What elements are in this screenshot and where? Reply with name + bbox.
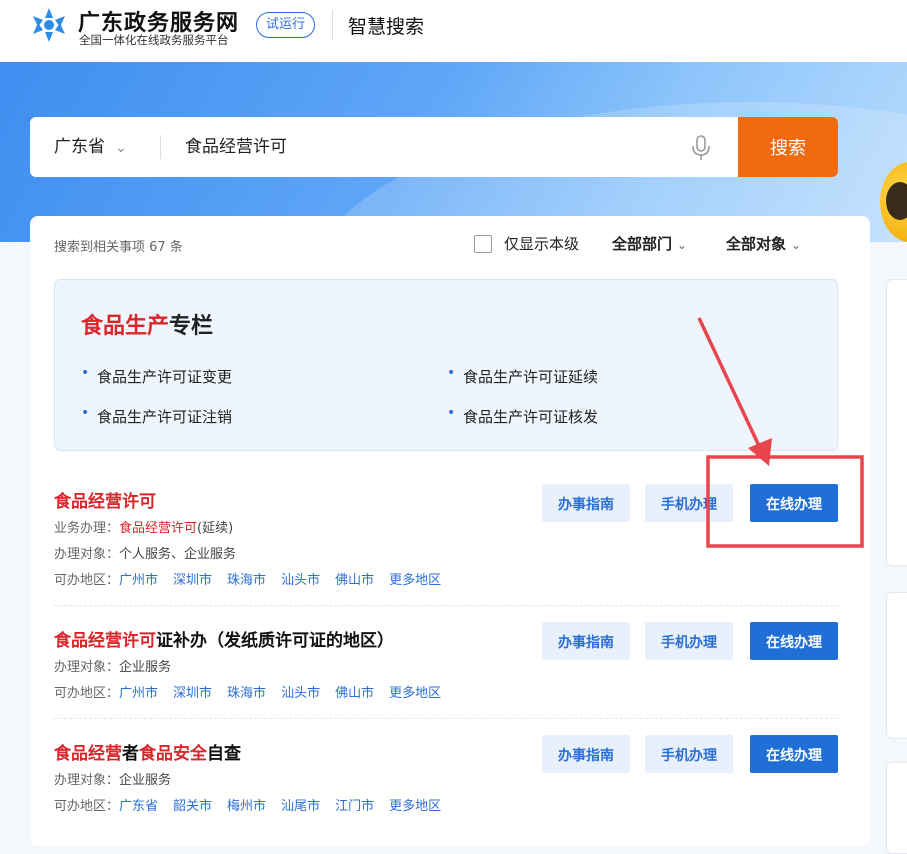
city-link[interactable]: 广州市: [119, 573, 158, 588]
target-line: 办理对象：企业服务: [54, 769, 171, 788]
region-line: 可办地区：广州市 深圳市 珠海市 汕头市 佛山市 更多地区: [54, 682, 456, 701]
target-value: 个人服务、企业服务: [119, 547, 237, 562]
trial-badge: 试运行: [256, 12, 316, 38]
city-link[interactable]: 梅州市: [227, 799, 266, 814]
search-bar: 广东省 ⌄ 食品经营许可 搜索: [30, 117, 838, 177]
result-title[interactable]: 食品经营许可证补办（发纸质许可证的地区）: [54, 626, 394, 651]
side-panel: [886, 592, 907, 739]
site-subtitle: 全国一体化在线政务服务平台: [79, 33, 229, 47]
target-line: 办理对象：个人服务、企业服务: [54, 543, 236, 562]
site-header: 广东政务服务网 全国一体化在线政务服务平台 试运行 智慧搜索: [0, 0, 907, 62]
region-label: 可办地区：: [54, 573, 120, 588]
region-label: 广东省: [54, 137, 105, 157]
city-link[interactable]: 汕尾市: [281, 799, 320, 814]
search-input[interactable]: 食品经营许可: [185, 117, 287, 177]
result-title-rest: 证补办（发纸质许可证的地区）: [156, 631, 394, 651]
column-link[interactable]: 食品生产许可证注销: [81, 405, 232, 427]
result-title-rest: 自查: [207, 744, 241, 764]
region-line: 可办地区：广东省 韶关市 梅州市 汕尾市 江门市 更多地区: [54, 795, 456, 814]
city-link[interactable]: 佛山市: [335, 686, 374, 701]
city-link[interactable]: 汕头市: [281, 573, 320, 588]
local-only-label[interactable]: 仅显示本级: [504, 233, 579, 254]
more-regions-link[interactable]: 更多地区: [389, 799, 441, 814]
city-link[interactable]: 珠海市: [227, 573, 266, 588]
search-button[interactable]: 搜索: [738, 117, 838, 177]
city-link[interactable]: 珠海市: [227, 686, 266, 701]
result-divider: [54, 605, 838, 606]
department-filter[interactable]: 全部部门 ⌄: [612, 233, 687, 254]
city-link[interactable]: 韶关市: [173, 799, 212, 814]
page-title: 智慧搜索: [348, 16, 425, 38]
target-line: 办理对象：企业服务: [54, 656, 171, 675]
target-value: 企业服务: [119, 773, 172, 788]
city-link[interactable]: 广东省: [119, 799, 158, 814]
city-link[interactable]: 佛山市: [335, 573, 374, 588]
column-title: 食品生产专栏: [81, 308, 213, 340]
mascot-image: [880, 162, 907, 242]
chevron-down-icon: ⌄: [115, 140, 127, 156]
result-title-highlight: 食品经营许可: [54, 492, 156, 512]
target-label: 办理对象：: [54, 660, 120, 675]
food-production-column: 食品生产专栏 食品生产许可证变更 食品生产许可证延续 食品生产许可证注销 食品生…: [54, 279, 838, 451]
online-button[interactable]: 在线办理: [750, 622, 838, 660]
column-link[interactable]: 食品生产许可证变更: [81, 365, 232, 387]
mobile-button[interactable]: 手机办理: [645, 735, 733, 773]
mobile-button[interactable]: 手机办理: [645, 622, 733, 660]
guide-button[interactable]: 办事指南: [542, 484, 630, 522]
target-label: 办理对象：: [54, 773, 120, 788]
side-panel: [886, 279, 907, 566]
region-select[interactable]: 广东省 ⌄: [54, 117, 127, 177]
column-link[interactable]: 食品生产许可证延续: [447, 365, 598, 387]
online-button[interactable]: 在线办理: [750, 735, 838, 773]
more-regions-link[interactable]: 更多地区: [389, 573, 441, 588]
more-regions-link[interactable]: 更多地区: [389, 686, 441, 701]
column-link[interactable]: 食品生产许可证核发: [447, 405, 598, 427]
city-link[interactable]: 深圳市: [173, 686, 212, 701]
side-panel: [886, 762, 907, 854]
region-line: 可办地区：广州市 深圳市 珠海市 汕头市 佛山市 更多地区: [54, 569, 456, 588]
result-title-highlight: 食品经营: [54, 744, 122, 764]
chevron-down-icon: ⌄: [677, 238, 688, 252]
business-link[interactable]: 食品经营许可: [119, 521, 197, 536]
city-link[interactable]: 广州市: [119, 686, 158, 701]
result-title[interactable]: 食品经营者食品安全自查: [54, 739, 241, 764]
local-only-checkbox[interactable]: [474, 235, 492, 253]
target-filter-label: 全部对象: [726, 235, 787, 253]
city-link[interactable]: 汕头市: [281, 686, 320, 701]
region-label: 可办地区：: [54, 799, 120, 814]
business-label: 业务办理：: [54, 521, 120, 536]
target-filter[interactable]: 全部对象 ⌄: [726, 233, 801, 254]
city-link[interactable]: 江门市: [335, 799, 374, 814]
header-divider: [332, 10, 333, 40]
mobile-button[interactable]: 手机办理: [645, 484, 733, 522]
target-label: 办理对象：: [54, 547, 120, 562]
chevron-down-icon: ⌄: [791, 238, 802, 252]
guide-button[interactable]: 办事指南: [542, 622, 630, 660]
department-filter-label: 全部部门: [612, 235, 673, 253]
online-button[interactable]: 在线办理: [750, 484, 838, 522]
column-title-highlight: 食品生产: [81, 314, 170, 339]
result-title-highlight: 食品经营许可: [54, 631, 156, 651]
result-title[interactable]: 食品经营许可: [54, 487, 156, 512]
logo-icon[interactable]: [30, 6, 68, 44]
result-divider: [54, 718, 838, 719]
column-title-rest: 专栏: [169, 314, 214, 339]
result-count: 搜索到相关事项 67 条: [54, 240, 183, 255]
target-value: 企业服务: [119, 660, 172, 675]
region-label: 可办地区：: [54, 686, 120, 701]
city-link[interactable]: 深圳市: [173, 573, 212, 588]
search-divider: [160, 135, 161, 159]
result-title-highlight: 食品安全: [139, 744, 207, 764]
business-line: 业务办理：食品经营许可(延续): [54, 517, 233, 536]
result-title-rest: 者: [122, 744, 139, 764]
business-suffix: (延续): [197, 521, 234, 536]
guide-button[interactable]: 办事指南: [542, 735, 630, 773]
microphone-icon[interactable]: [688, 134, 714, 162]
